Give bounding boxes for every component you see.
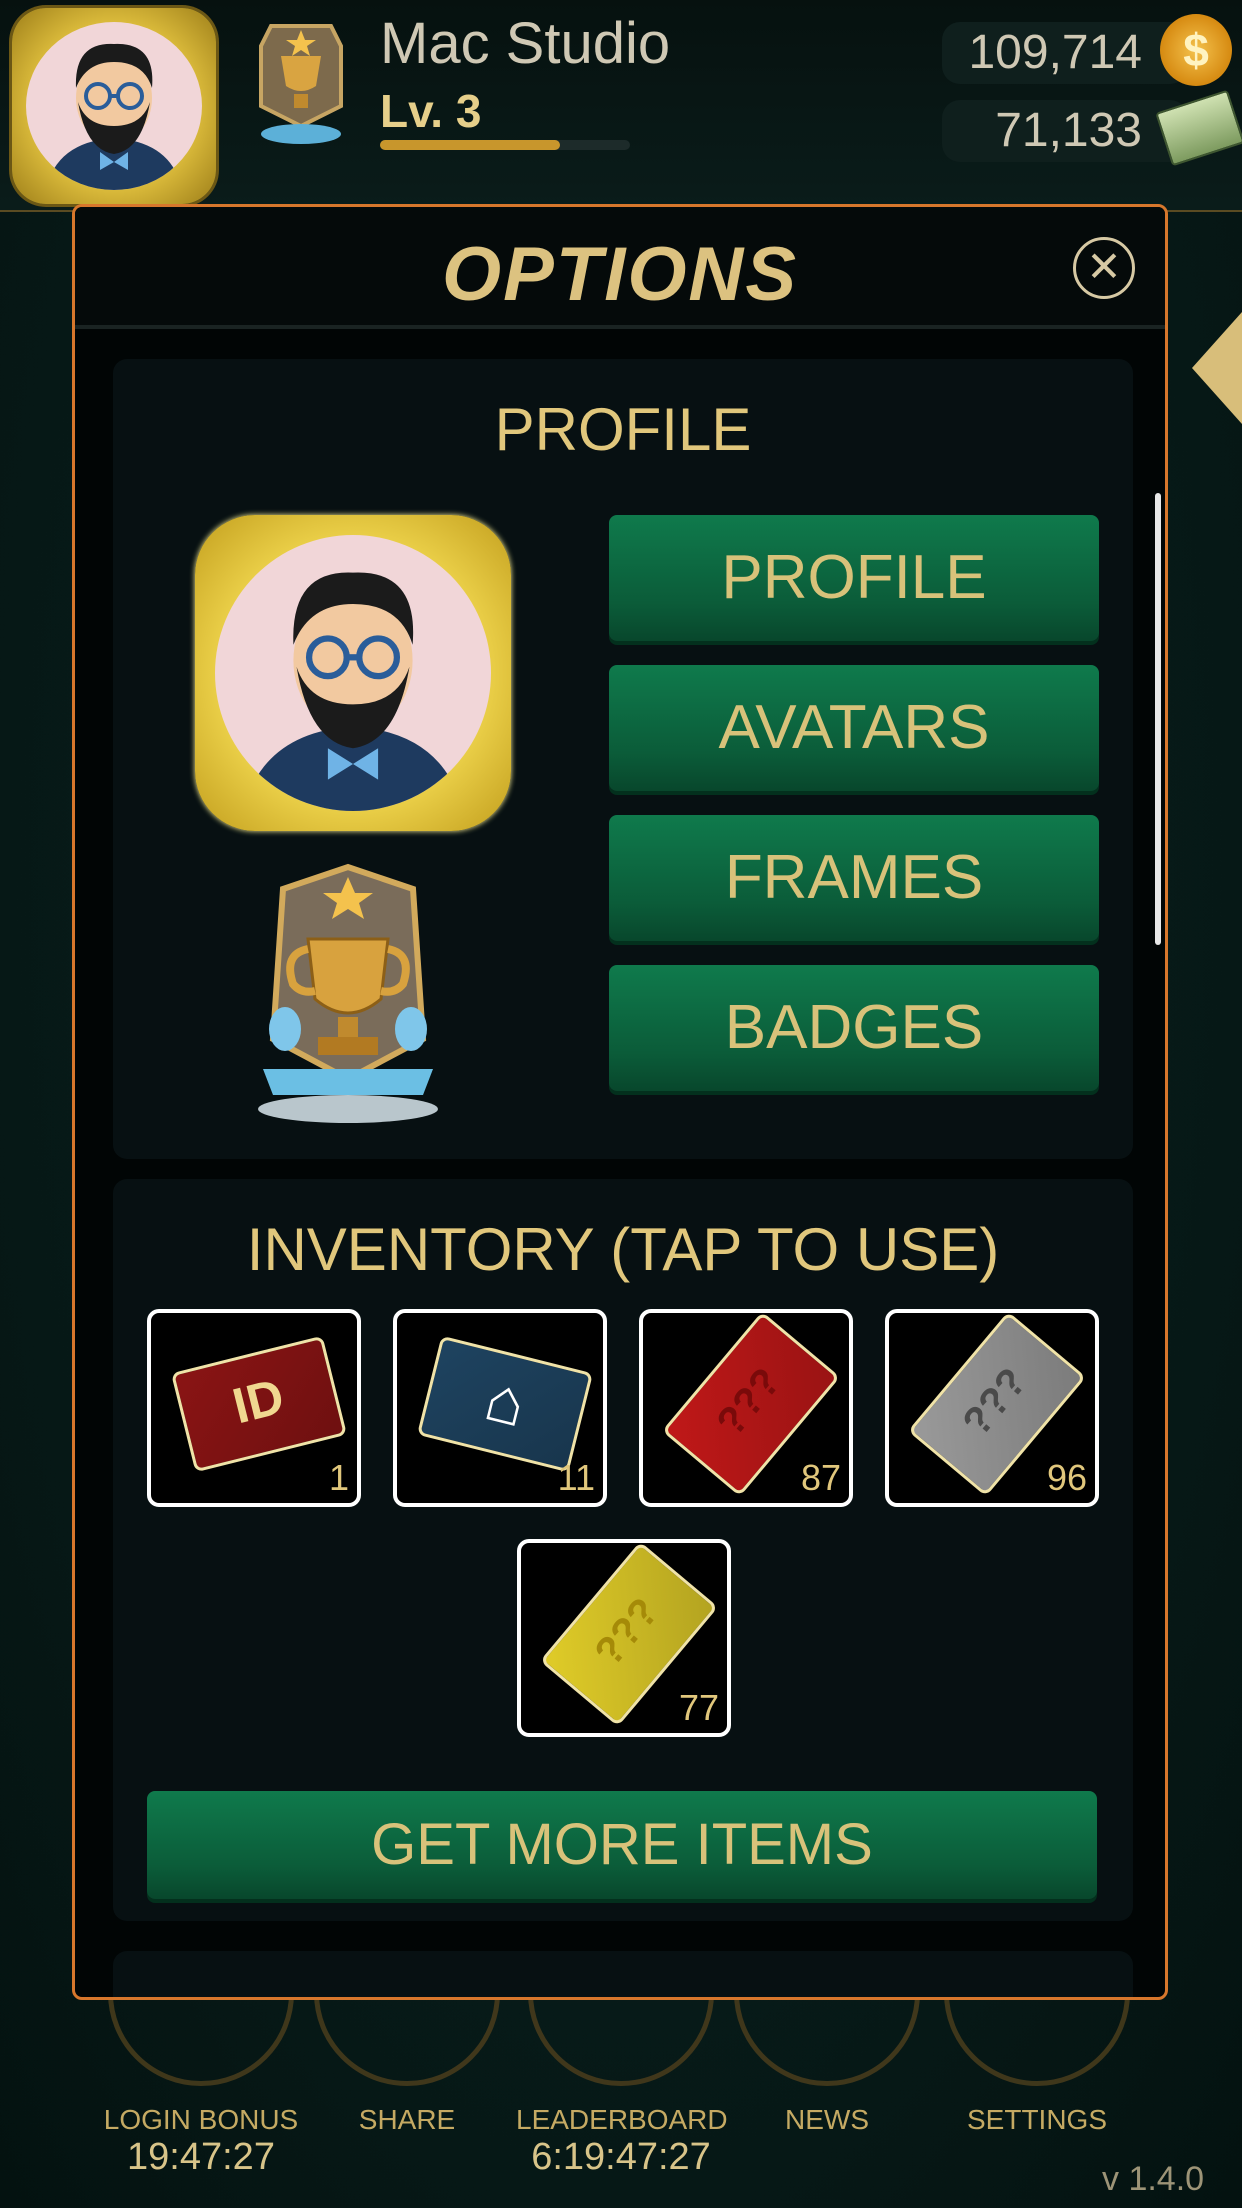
profile-section: PROFILE PROFILE AVATARS FRAMES BADGES <box>113 359 1133 1159</box>
trophy-badge-icon[interactable] <box>243 859 453 1129</box>
dialog-header: OPTIONS ✕ <box>75 207 1165 329</box>
badges-button[interactable]: BADGES <box>609 965 1099 1091</box>
nav-label: LOGIN BONUS <box>103 2104 299 2135</box>
close-button[interactable]: ✕ <box>1073 237 1135 299</box>
options-dialog: OPTIONS ✕ PROFILE PROFILE AVATARS FRAMES… <box>72 204 1168 2000</box>
inventory-item-house-card[interactable]: ⌂ 11 <box>393 1309 607 1507</box>
nav-label: SETTINGS <box>966 2104 1107 2135</box>
next-section-peek <box>113 1951 1133 1997</box>
house-card-icon: ⌂ <box>416 1335 594 1473</box>
trophy-badge-icon[interactable] <box>246 16 356 150</box>
scrollbar[interactable] <box>1155 493 1161 945</box>
cash-balance[interactable]: 71,133 <box>942 100 1188 162</box>
dialog-title: OPTIONS <box>441 232 799 317</box>
item-count: 87 <box>800 1457 841 1498</box>
nav-label: NEWS <box>785 2104 869 2135</box>
ticket-label: ⌂ <box>478 1361 534 1441</box>
avatars-button[interactable]: AVATARS <box>609 665 1099 791</box>
profile-button[interactable]: PROFILE <box>609 515 1099 641</box>
side-drawer-arrow-icon[interactable] <box>1192 312 1242 424</box>
player-avatar[interactable] <box>12 8 216 204</box>
item-count: 96 <box>1046 1457 1087 1498</box>
nav-timer: 19:47:27 <box>127 2136 275 2178</box>
item-count: 11 <box>557 1457 595 1498</box>
coin-icon: $ <box>1160 14 1232 86</box>
nav-timer: 6:19:47:27 <box>531 2136 711 2178</box>
version-label: v 1.4.0 <box>1102 2160 1205 2198</box>
get-more-items-button[interactable]: GET MORE ITEMS <box>147 1791 1097 1899</box>
inventory-section: INVENTORY (TAP TO USE) ID 1 ⌂ 11 ??? 87 … <box>113 1179 1133 1921</box>
inventory-item-id-card[interactable]: ID 1 <box>147 1309 361 1507</box>
xp-progress-fill <box>380 140 560 150</box>
nav-label: SHARE <box>358 2104 456 2135</box>
ticket-label: ID <box>227 1367 290 1435</box>
frames-button[interactable]: FRAMES <box>609 815 1099 941</box>
bearded-man-icon <box>243 572 463 811</box>
item-count: 1 <box>328 1457 349 1498</box>
player-name: Mac Studio <box>380 11 671 76</box>
profile-avatar[interactable] <box>195 515 511 831</box>
bearded-man-icon <box>46 43 182 190</box>
top-bar: Mac Studio Lv. 3 109,714 $ 71,133 <box>0 0 1242 212</box>
player-level: Lv. 3 <box>380 85 482 137</box>
section-title: PROFILE <box>494 396 752 463</box>
coin-balance[interactable]: 109,714 <box>942 22 1188 84</box>
nav-label: LEADERBOARD <box>516 2104 728 2135</box>
inventory-item-red-mystery-card[interactable]: ??? 87 <box>639 1309 853 1507</box>
section-title: INVENTORY (TAP TO USE) <box>246 1216 1000 1283</box>
inventory-item-silver-mystery-card[interactable]: ??? 96 <box>885 1309 1099 1507</box>
inventory-item-gold-mystery-card[interactable]: ??? 77 <box>517 1539 731 1737</box>
item-count: 77 <box>678 1687 719 1728</box>
xp-progress-bar <box>380 140 630 150</box>
id-card-icon: ID <box>170 1335 348 1473</box>
